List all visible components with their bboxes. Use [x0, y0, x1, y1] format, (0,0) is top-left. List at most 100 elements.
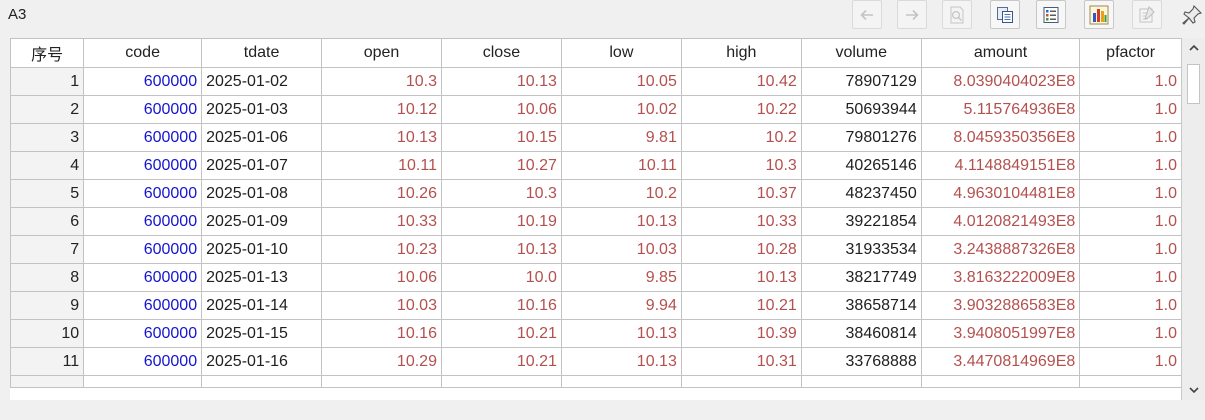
cell-amount[interactable]: 4.0120821493E8: [920, 207, 1081, 236]
cell-volume[interactable]: 79801276: [800, 123, 922, 152]
cell-index[interactable]: 9: [10, 291, 85, 320]
cell-high[interactable]: 10.37: [680, 179, 802, 208]
list-button[interactable]: [1036, 0, 1066, 29]
cell-code[interactable]: 600000: [83, 235, 203, 264]
cell-pfactor[interactable]: 1.0: [1079, 95, 1182, 124]
cell-tdate[interactable]: 2025-01-10: [201, 235, 323, 264]
cell-index[interactable]: 2: [10, 95, 85, 124]
cell-tdate[interactable]: 2025-01-06: [201, 123, 323, 152]
forward-button[interactable]: [897, 0, 927, 29]
cell-high[interactable]: 10.28: [680, 235, 802, 264]
cell-amount[interactable]: 8.0390404023E8: [920, 67, 1081, 96]
cell-open[interactable]: 10.16: [321, 319, 442, 348]
cell-open[interactable]: 10.12: [321, 95, 442, 124]
cell-close[interactable]: 10.15: [440, 123, 562, 152]
cell-low[interactable]: 9.81: [560, 123, 682, 152]
cell-close[interactable]: 10.27: [440, 151, 562, 180]
table-row[interactable]: 2 600000 2025-01-03 10.12 10.06 10.02 10.22 506…: [10, 95, 1182, 124]
cell-pfactor[interactable]: 1.0: [1079, 151, 1182, 180]
cell-high[interactable]: 10.3: [680, 151, 802, 180]
cell-open[interactable]: 10.03: [321, 291, 442, 320]
cell-tdate[interactable]: 2025-01-08: [201, 179, 323, 208]
table-row[interactable]: 8 600000 2025-01-13 10.06 10.0 9.85 10.13 38217…: [10, 263, 1182, 292]
cell-open[interactable]: 10.06: [321, 263, 442, 292]
cell-code[interactable]: 600000: [83, 263, 203, 292]
cell-close[interactable]: 10.21: [440, 347, 562, 376]
cell-tdate[interactable]: 2025-01-15: [201, 319, 323, 348]
cell-open[interactable]: 10.23: [321, 235, 442, 264]
cell-tdate[interactable]: 2025-01-14: [201, 291, 323, 320]
cell-volume[interactable]: 38460814: [800, 319, 922, 348]
cell-high[interactable]: 10.39: [680, 319, 802, 348]
cell-pfactor[interactable]: 1.0: [1079, 319, 1182, 348]
cell-code[interactable]: 600000: [83, 151, 203, 180]
cell-pfactor[interactable]: 1.0: [1079, 207, 1182, 236]
cell-close[interactable]: 10.21: [440, 319, 562, 348]
table-row[interactable]: 4 600000 2025-01-07 10.11 10.27 10.11 10.3 4026…: [10, 151, 1182, 180]
column-header-code[interactable]: code: [83, 38, 203, 68]
cell-amount[interactable]: 3.9408051997E8: [920, 319, 1081, 348]
cell-high[interactable]: 10.33: [680, 207, 802, 236]
cell-low[interactable]: 10.05: [560, 67, 682, 96]
column-header-tdate[interactable]: tdate: [201, 38, 323, 68]
empty-cell[interactable]: [680, 375, 802, 388]
cell-high[interactable]: 10.13: [680, 263, 802, 292]
cell-low[interactable]: 10.03: [560, 235, 682, 264]
empty-cell[interactable]: [920, 375, 1081, 388]
cell-amount[interactable]: 4.1148849151E8: [920, 151, 1081, 180]
cell-close[interactable]: 10.16: [440, 291, 562, 320]
table-row[interactable]: 9 600000 2025-01-14 10.03 10.16 9.94 10.21 3865…: [10, 291, 1182, 320]
copy-button[interactable]: [990, 0, 1020, 29]
cell-code[interactable]: 600000: [83, 291, 203, 320]
cell-open[interactable]: 10.13: [321, 123, 442, 152]
column-header-index[interactable]: 序号: [10, 38, 85, 68]
cell-volume[interactable]: 38217749: [800, 263, 922, 292]
column-header-close[interactable]: close: [440, 38, 562, 68]
cell-high[interactable]: 10.31: [680, 347, 802, 376]
cell-low[interactable]: 10.13: [560, 319, 682, 348]
empty-cell[interactable]: [440, 375, 562, 388]
cell-close[interactable]: 10.3: [440, 179, 562, 208]
column-header-amount[interactable]: amount: [920, 38, 1081, 68]
cell-high[interactable]: 10.2: [680, 123, 802, 152]
empty-cell[interactable]: [321, 375, 442, 388]
cell-open[interactable]: 10.26: [321, 179, 442, 208]
cell-low[interactable]: 10.11: [560, 151, 682, 180]
table-row[interactable]: 7 600000 2025-01-10 10.23 10.13 10.03 10.28 319…: [10, 235, 1182, 264]
cell-index[interactable]: 5: [10, 179, 85, 208]
cell-open[interactable]: 10.29: [321, 347, 442, 376]
cell-volume[interactable]: 40265146: [800, 151, 922, 180]
cell-pfactor[interactable]: 1.0: [1079, 347, 1182, 376]
table-row[interactable]: 1 600000 2025-01-02 10.3 10.13 10.05 10.42 7890…: [10, 67, 1182, 96]
cell-pfactor[interactable]: 1.0: [1079, 179, 1182, 208]
cell-code[interactable]: 600000: [83, 319, 203, 348]
cell-amount[interactable]: 4.9630104481E8: [920, 179, 1081, 208]
column-header-volume[interactable]: volume: [800, 38, 922, 68]
cell-high[interactable]: 10.42: [680, 67, 802, 96]
empty-cell[interactable]: [800, 375, 922, 388]
cell-volume[interactable]: 50693944: [800, 95, 922, 124]
cell-amount[interactable]: 5.115764936E8: [920, 95, 1081, 124]
column-header-low[interactable]: low: [560, 38, 682, 68]
cell-pfactor[interactable]: 1.0: [1079, 67, 1182, 96]
cell-tdate[interactable]: 2025-01-02: [201, 67, 323, 96]
column-header-pfactor[interactable]: pfactor: [1079, 38, 1182, 68]
cell-index[interactable]: 11: [10, 347, 85, 376]
empty-cell[interactable]: [10, 375, 85, 388]
chart-button[interactable]: [1084, 0, 1114, 29]
cell-low[interactable]: 9.85: [560, 263, 682, 292]
cell-volume[interactable]: 39221854: [800, 207, 922, 236]
cell-close[interactable]: 10.0: [440, 263, 562, 292]
cell-tdate[interactable]: 2025-01-16: [201, 347, 323, 376]
cell-code[interactable]: 600000: [83, 179, 203, 208]
cell-index[interactable]: 7: [10, 235, 85, 264]
cell-volume[interactable]: 33768888: [800, 347, 922, 376]
cell-open[interactable]: 10.3: [321, 67, 442, 96]
cell-close[interactable]: 10.13: [440, 67, 562, 96]
cell-close[interactable]: 10.06: [440, 95, 562, 124]
cell-code[interactable]: 600000: [83, 123, 203, 152]
cell-code[interactable]: 600000: [83, 95, 203, 124]
cell-pfactor[interactable]: 1.0: [1079, 235, 1182, 264]
vertical-scrollbar[interactable]: [1181, 38, 1205, 400]
cell-code[interactable]: 600000: [83, 347, 203, 376]
